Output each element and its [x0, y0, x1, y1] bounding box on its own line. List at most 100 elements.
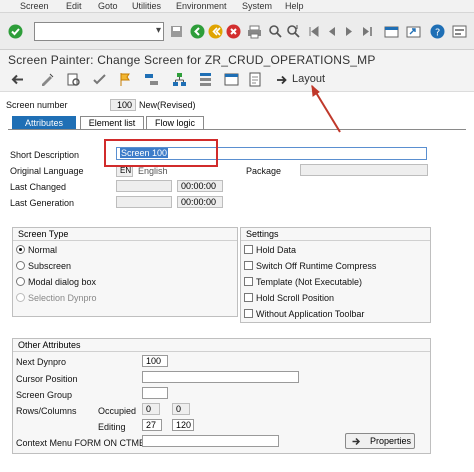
last-page-icon[interactable]	[360, 24, 375, 39]
properties-button[interactable]: Properties	[345, 433, 415, 449]
menu-edit[interactable]: Edit	[66, 1, 82, 11]
cancel-icon[interactable]	[226, 24, 241, 39]
editing-rows-field[interactable]: 27	[142, 419, 162, 431]
back-arrow-icon[interactable]	[10, 72, 25, 87]
menu-environment[interactable]: Environment	[176, 1, 227, 11]
cursor-position-field[interactable]	[142, 371, 299, 383]
modal-dialog-label: Modal dialog box	[28, 277, 97, 287]
original-language-label: Original Language	[10, 166, 84, 176]
find-next-icon[interactable]	[286, 24, 301, 39]
editing-label: Editing	[98, 422, 126, 432]
help-icon[interactable]: ?	[430, 24, 445, 39]
tab-attributes[interactable]: Attributes	[12, 116, 76, 130]
tab-strip-border	[8, 129, 466, 130]
new-session-icon[interactable]	[384, 24, 399, 39]
next-page-icon[interactable]	[342, 24, 357, 39]
last-generation-label: Last Generation	[10, 198, 75, 208]
runtime-compress-checkbox[interactable]	[244, 261, 253, 270]
standard-toolbar: ▾ ?	[0, 13, 474, 50]
activate-icon[interactable]	[118, 72, 133, 87]
no-app-toolbar-label: Without Application Toolbar	[256, 309, 365, 319]
normal-radio[interactable]	[16, 245, 25, 254]
tab-element-list[interactable]: Element list	[80, 116, 144, 130]
short-description-label: Short Description	[10, 150, 80, 160]
selection-dynpro-radio	[16, 293, 25, 302]
customize-icon[interactable]	[452, 24, 467, 39]
last-changed-label: Last Changed	[10, 182, 67, 192]
hold-scroll-checkbox[interactable]	[244, 293, 253, 302]
screen-number-field: 100	[110, 99, 136, 111]
svg-text:?: ?	[435, 28, 440, 39]
settings-title: Settings	[241, 228, 430, 241]
previous-page-icon[interactable]	[324, 24, 339, 39]
help-document-icon[interactable]	[248, 72, 263, 87]
chevron-down-icon[interactable]: ▾	[156, 25, 161, 36]
occupied-label: Occupied	[98, 406, 137, 416]
occupied-rows-field: 0	[142, 403, 160, 415]
find-icon[interactable]	[268, 24, 283, 39]
layout-label: Layout	[292, 73, 326, 85]
other-object-icon[interactable]	[66, 72, 81, 87]
occupied-cols-field: 0	[172, 403, 190, 415]
package-field	[300, 164, 428, 176]
no-app-toolbar-checkbox[interactable]	[244, 309, 253, 318]
next-dynpro-label: Next Dynpro	[16, 357, 67, 367]
properties-label: Properties	[370, 436, 412, 446]
title-bar: Screen Painter: Change Screen for ZR_CRU…	[0, 50, 474, 68]
enter-check-icon[interactable]	[8, 24, 23, 39]
context-menu-label: Context Menu FORM ON CTMENU	[16, 438, 159, 448]
print-icon[interactable]	[247, 24, 262, 39]
last-changed-time: 00:00:00	[177, 180, 223, 192]
last-generation-date	[116, 196, 172, 208]
shortcut-icon[interactable]	[406, 24, 421, 39]
save-icon[interactable]	[169, 24, 184, 39]
other-attributes-title: Other Attributes	[13, 339, 430, 352]
arrow-right-icon	[352, 437, 361, 446]
hold-scroll-label: Hold Scroll Position	[256, 293, 335, 303]
back-icon[interactable]	[190, 24, 205, 39]
subscreen-label: Subscreen	[28, 261, 72, 271]
arrow-right-icon	[277, 75, 287, 85]
subscreen-radio[interactable]	[16, 261, 25, 270]
hold-data-checkbox[interactable]	[244, 245, 253, 254]
screen-group-label: Screen Group	[16, 390, 73, 400]
runtime-compress-label: Switch Off Runtime Compress	[256, 261, 377, 271]
menu-goto[interactable]: Goto	[98, 1, 118, 11]
hold-data-label: Hold Data	[256, 245, 297, 255]
context-menu-field[interactable]	[142, 435, 279, 447]
page-title: Screen Painter: Change Screen for ZR_CRU…	[8, 53, 376, 67]
normal-label: Normal	[28, 245, 58, 255]
menu-system[interactable]: System	[242, 1, 272, 11]
hierarchy-icon[interactable]	[172, 72, 187, 87]
menu-help[interactable]: Help	[285, 1, 304, 11]
cursor-position-label: Cursor Position	[16, 374, 78, 384]
object-list-icon[interactable]	[198, 72, 213, 87]
navigation-window-icon[interactable]	[224, 72, 239, 87]
display-change-icon[interactable]	[40, 72, 55, 87]
modal-dialog-radio[interactable]	[16, 277, 25, 286]
menu-bar: Screen Edit Goto Utilities Environment S…	[0, 0, 474, 13]
application-toolbar: Layout	[0, 68, 474, 92]
tab-flow-logic[interactable]: Flow logic	[146, 116, 204, 130]
editing-cols-field[interactable]: 120	[172, 419, 194, 431]
layout-button[interactable]: Layout	[276, 72, 332, 88]
screen-type-title: Screen Type	[13, 228, 237, 241]
original-language-name: English	[138, 166, 168, 176]
command-field[interactable]: ▾	[34, 22, 164, 41]
highlight-box	[104, 139, 218, 167]
screen-status: New(Revised)	[139, 100, 196, 110]
last-generation-time: 00:00:00	[177, 196, 223, 208]
last-changed-date	[116, 180, 172, 192]
selection-dynpro-label: Selection Dynpro	[28, 293, 97, 303]
menu-screen[interactable]: Screen	[20, 1, 49, 11]
exit-icon[interactable]	[208, 24, 223, 39]
template-checkbox[interactable]	[244, 277, 253, 286]
screen-group-field[interactable]	[142, 387, 168, 399]
where-used-icon[interactable]	[144, 72, 159, 87]
screen-number-label: Screen number	[6, 100, 68, 110]
menu-utilities[interactable]: Utilities	[132, 1, 161, 11]
template-label: Template (Not Executable)	[256, 277, 363, 287]
check-icon[interactable]	[92, 72, 107, 87]
next-dynpro-field[interactable]: 100	[142, 355, 168, 367]
first-page-icon[interactable]	[306, 24, 321, 39]
